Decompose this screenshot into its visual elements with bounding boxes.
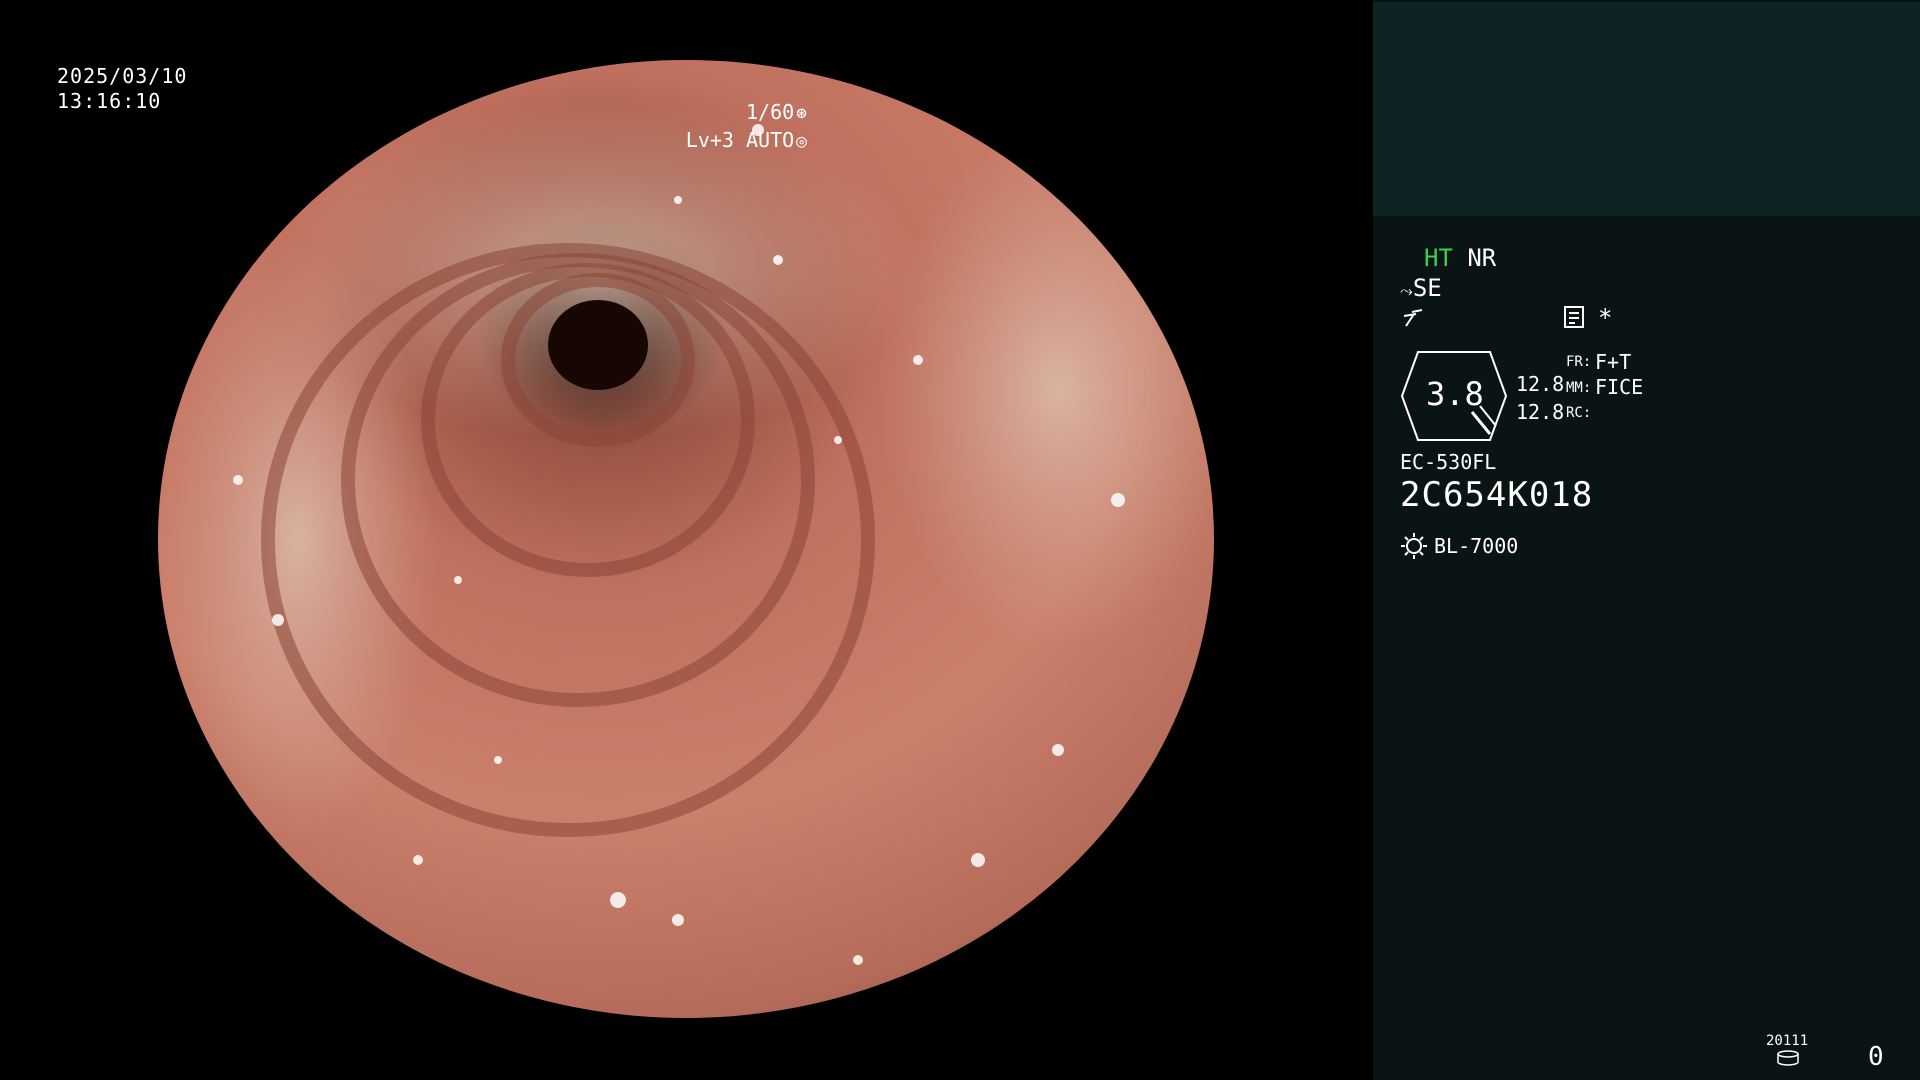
se-indicator: SE: [1412, 274, 1442, 302]
aperture-icon: ⊛: [796, 103, 807, 124]
counter-id: 20111: [1766, 1033, 1809, 1049]
se-row: ⤳SE: [1400, 274, 1442, 302]
brightness-level: Lv+3 AUTO: [685, 128, 795, 152]
brightness-level-row: Lv+3 AUTO ◎: [686, 128, 807, 152]
structure-enhance-icon: ⤳: [1400, 281, 1413, 300]
info-panel-header: [1373, 2, 1920, 216]
star-indicator: *: [1598, 304, 1613, 332]
counter-value: 0: [1868, 1042, 1884, 1072]
ht-nr-row: HT NR: [1424, 244, 1496, 272]
value-2: 12.8: [1516, 400, 1565, 424]
shutter-speed-row: 1/60 ⊛: [746, 100, 807, 124]
endoscope-video-area: 2025/03/10 13:16:10 1/60 ⊛ Lv+3 AUTO ◎: [0, 0, 1373, 1080]
fr-label: FR:: [1566, 354, 1592, 370]
memo-icon: [1564, 306, 1584, 334]
nr-indicator: NR: [1467, 244, 1497, 272]
exam-time: 13:16:10: [57, 89, 162, 113]
mm-value: FICE: [1595, 375, 1644, 399]
lamp-icon: [1401, 533, 1427, 559]
ht-indicator: HT: [1424, 244, 1453, 272]
rc-label: RC:: [1566, 405, 1592, 421]
lamp-model: BL-7000: [1434, 534, 1519, 558]
storage-icon: [1777, 1050, 1799, 1066]
exam-date: 2025/03/10: [57, 64, 188, 88]
fr-value: F+T: [1595, 350, 1632, 374]
endoscopic-image: [158, 60, 1214, 1018]
scope-model: EC-530FL: [1400, 450, 1497, 474]
auto-iris-icon: ◎: [796, 131, 807, 152]
value-1: 12.8: [1516, 372, 1565, 396]
zoom-value: 3.8: [1426, 375, 1484, 413]
filter-icon: [1402, 304, 1424, 334]
mm-label: MM:: [1566, 380, 1592, 396]
shutter-speed: 1/60: [745, 100, 795, 124]
lamp-row: BL-7000: [1400, 532, 1518, 560]
scope-serial: 2C654K018: [1400, 475, 1594, 515]
